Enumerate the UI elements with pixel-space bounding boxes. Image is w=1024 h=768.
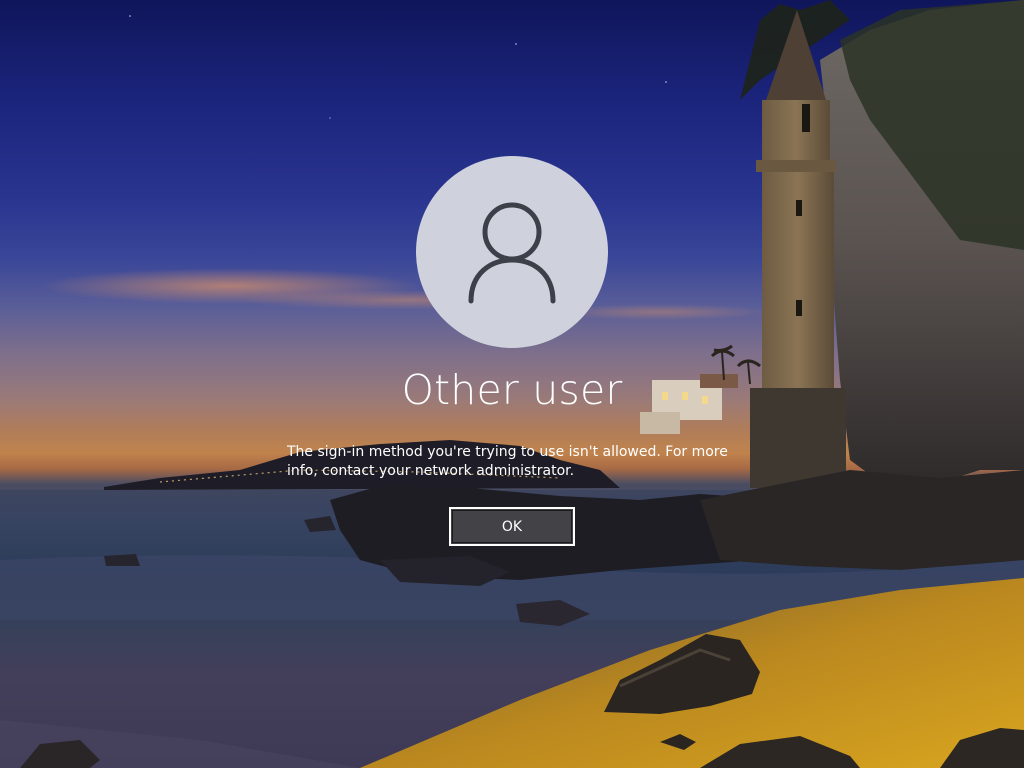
cliff-base-rocks [700, 470, 1024, 570]
star [665, 81, 667, 83]
tower-upper [762, 100, 830, 170]
ok-button[interactable]: OK [449, 507, 575, 546]
shore-rock [104, 554, 140, 566]
tower-window [796, 300, 802, 316]
tower-window [802, 104, 810, 132]
lock-screen: Other user The sign-in method you're try… [0, 0, 1024, 768]
tower-window [796, 200, 802, 216]
user-avatar [416, 156, 608, 348]
tower-ledge [756, 160, 836, 172]
user-silhouette-icon [468, 202, 556, 304]
star [329, 117, 331, 119]
star [129, 15, 131, 17]
error-message: The sign-in method you're trying to use … [287, 444, 728, 479]
star [515, 43, 517, 45]
username-label: Other user [401, 366, 623, 414]
cliff-house [640, 412, 680, 434]
